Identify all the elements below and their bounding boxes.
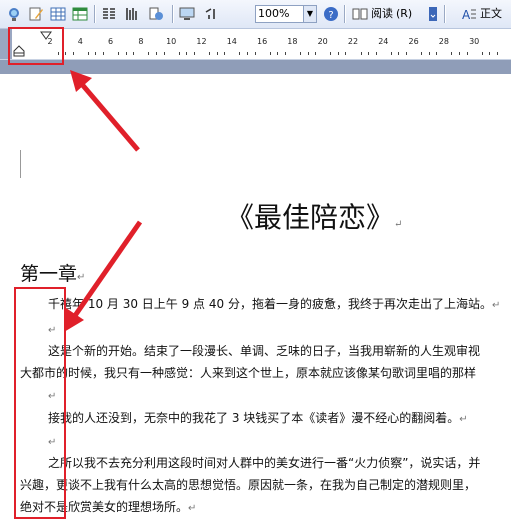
arrow-to-ruler-icon [70, 70, 140, 152]
arrow-to-indent-icon [64, 220, 143, 332]
annotation-arrows [64, 70, 143, 332]
